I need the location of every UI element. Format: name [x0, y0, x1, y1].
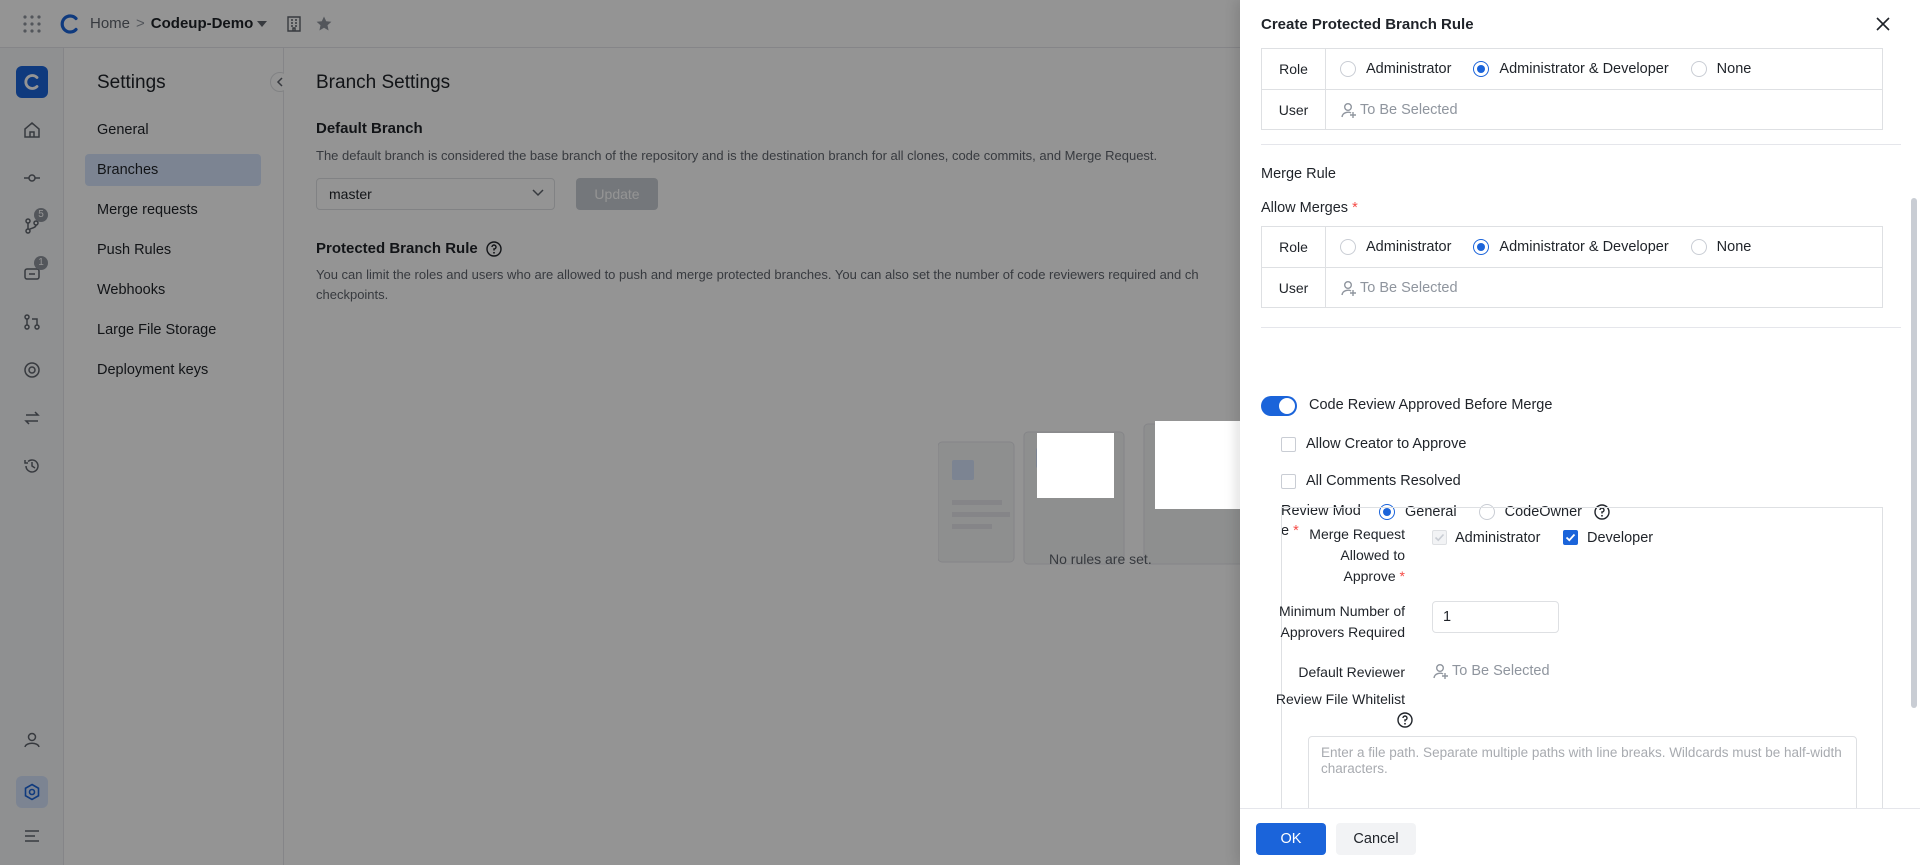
- mr-allowed-label-line3: Approve: [1343, 568, 1396, 584]
- mr-allowed-administrator-label: Administrator: [1455, 530, 1541, 546]
- radio-icon: [1340, 61, 1356, 77]
- push-role-admin-developer-label: Administrator & Developer: [1499, 61, 1669, 77]
- merge-rule-heading: Merge Rule: [1261, 166, 1336, 182]
- merge-role-label: Role: [1262, 227, 1326, 267]
- min-approvers-input[interactable]: 1: [1432, 601, 1559, 633]
- drawer-footer: OK Cancel: [1240, 808, 1920, 865]
- merge-user-placeholder: To Be Selected: [1360, 279, 1458, 296]
- push-role-options: Administrator Administrator & Developer …: [1326, 61, 1882, 77]
- default-reviewer-picker[interactable]: To Be Selected: [1432, 662, 1550, 680]
- merge-role-none-label: None: [1716, 239, 1752, 255]
- add-user-icon: [1433, 664, 1448, 679]
- drawer-scrollbar[interactable]: [1911, 198, 1917, 708]
- min-approvers-label-line1: Minimum Number of: [1278, 603, 1405, 619]
- merge-role-admin-developer[interactable]: Administrator & Developer: [1473, 239, 1669, 255]
- ok-button[interactable]: OK: [1256, 823, 1326, 855]
- review-whitelist-label: Review File Whitelist: [1275, 691, 1405, 707]
- check-icon: [1565, 533, 1576, 542]
- mr-allowed-developer-label: Developer: [1587, 530, 1654, 546]
- all-comments-label: All Comments Resolved: [1306, 473, 1461, 489]
- drawer-body: Role Administrator Administrator & Devel…: [1240, 48, 1920, 808]
- push-role-row: Role Administrator Administrator & Devel…: [1262, 49, 1882, 89]
- create-rule-drawer: Create Protected Branch Rule Role Admini…: [1240, 0, 1920, 865]
- default-reviewer-label: Default Reviewer: [1298, 664, 1405, 680]
- required-mark: *: [1399, 568, 1405, 584]
- min-approvers-label-line2: Approvers Required: [1280, 624, 1405, 640]
- add-user-icon: [1341, 102, 1356, 118]
- merge-role-none[interactable]: None: [1690, 239, 1752, 255]
- all-comments-checkbox[interactable]: [1281, 474, 1296, 489]
- radio-selected-icon: [1473, 239, 1490, 255]
- push-role-none[interactable]: None: [1690, 61, 1752, 77]
- radio-selected-icon: [1473, 61, 1490, 77]
- push-role-label: Role: [1262, 49, 1326, 89]
- divider: [1261, 327, 1901, 328]
- review-whitelist-textarea[interactable]: Enter a file path. Separate multiple pat…: [1308, 736, 1857, 808]
- mr-allowed-label-line2: Allowed to: [1340, 547, 1405, 563]
- radio-icon: [1690, 239, 1707, 255]
- radio-icon: [1690, 61, 1707, 77]
- merge-role-administrator-label: Administrator: [1366, 239, 1452, 255]
- cancel-button[interactable]: Cancel: [1336, 823, 1416, 855]
- close-icon[interactable]: [1874, 15, 1892, 33]
- min-approvers-label: Minimum Number of Approvers Required: [1275, 601, 1405, 643]
- required-mark: *: [1352, 200, 1358, 216]
- radio-icon: [1340, 239, 1356, 255]
- allow-merges-label-text: Allow Merges: [1261, 200, 1349, 216]
- mr-allowed-administrator-checkbox: [1432, 530, 1447, 545]
- mr-allowed-developer-checkbox[interactable]: [1563, 530, 1578, 545]
- mr-allowed-label-line1: Merge Request: [1309, 526, 1405, 542]
- push-role-administrator-label: Administrator: [1366, 61, 1452, 77]
- merge-role-admin-developer-label: Administrator & Developer: [1499, 239, 1669, 255]
- check-icon: [1434, 533, 1445, 542]
- merge-permission-table: Role Administrator Administrator & Devel…: [1261, 226, 1883, 308]
- code-review-toggle-label: Code Review Approved Before Merge: [1309, 397, 1553, 413]
- push-user-label: User: [1262, 89, 1326, 130]
- add-user-icon: [1341, 280, 1356, 296]
- push-user-placeholder: To Be Selected: [1360, 101, 1458, 118]
- allow-creator-label: Allow Creator to Approve: [1306, 436, 1467, 452]
- merge-user-picker[interactable]: To Be Selected: [1326, 279, 1882, 297]
- drawer-title: Create Protected Branch Rule: [1261, 15, 1474, 33]
- allow-creator-checkbox[interactable]: [1281, 437, 1296, 452]
- mr-allowed-label: Merge Request Allowed to Approve *: [1285, 524, 1405, 587]
- divider: [1261, 144, 1901, 145]
- illustration-card: [1155, 421, 1240, 509]
- push-permission-table: Role Administrator Administrator & Devel…: [1261, 48, 1883, 130]
- push-role-admin-developer[interactable]: Administrator & Developer: [1473, 61, 1669, 77]
- push-user-picker[interactable]: To Be Selected: [1326, 101, 1882, 119]
- push-user-row: User To Be Selected: [1262, 89, 1882, 130]
- illustration-card: [1037, 433, 1114, 498]
- code-review-toggle[interactable]: [1261, 396, 1297, 416]
- merge-role-administrator[interactable]: Administrator: [1340, 239, 1451, 255]
- merge-user-label: User: [1262, 267, 1326, 308]
- merge-role-options: Administrator Administrator & Developer …: [1326, 239, 1882, 255]
- push-role-administrator[interactable]: Administrator: [1340, 61, 1451, 77]
- help-icon[interactable]: [1397, 712, 1413, 728]
- push-role-none-label: None: [1716, 61, 1752, 77]
- allow-merges-label: Allow Merges *: [1261, 200, 1358, 216]
- merge-user-row: User To Be Selected: [1262, 267, 1882, 308]
- default-reviewer-placeholder: To Be Selected: [1452, 663, 1550, 679]
- merge-role-row: Role Administrator Administrator & Devel…: [1262, 227, 1882, 267]
